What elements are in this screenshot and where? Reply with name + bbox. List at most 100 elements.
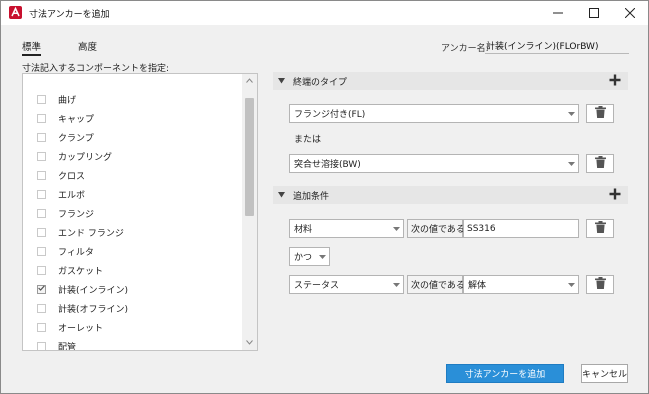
list-item[interactable]: エンド フランジ — [23, 223, 243, 241]
list-item[interactable]: 配管 — [23, 337, 243, 351]
component-label: キャップ — [58, 114, 95, 125]
list-item[interactable]: フランジ — [23, 204, 243, 222]
dropdown-arrow-icon — [315, 248, 329, 265]
anchor-name-input[interactable] — [485, 38, 629, 54]
component-listbox[interactable]: 曲げキャップクランプカップリング クロスエルボフランジエンド フランジ フィルタガス… — [22, 73, 258, 351]
scroll-down-button[interactable] — [242, 336, 257, 350]
dropdown-arrow-icon — [389, 220, 403, 237]
conditions-header[interactable]: 追加条件 — [273, 186, 628, 204]
delete-condition-1-button[interactable] — [586, 219, 614, 238]
component-label: 配管 — [58, 342, 77, 351]
trash-icon — [594, 106, 606, 121]
end-type-select-2[interactable]: 突合せ溶接(BW) — [289, 154, 579, 173]
component-checkbox[interactable] — [37, 284, 46, 294]
trash-icon — [594, 221, 606, 236]
plus-icon — [609, 188, 621, 203]
list-item[interactable]: エルボ — [23, 185, 243, 203]
minimize-icon — [553, 8, 563, 18]
condition-1-property-select[interactable]: 材料 — [289, 219, 404, 238]
component-checkbox[interactable] — [37, 189, 46, 199]
component-checkbox[interactable] — [37, 246, 46, 256]
scroll-up-button[interactable] — [242, 74, 257, 88]
component-checkbox[interactable] — [37, 303, 46, 313]
component-label: 曲げ — [58, 95, 77, 106]
list-item[interactable]: クランプ — [23, 128, 243, 146]
cancel-button[interactable]: キャンセル — [581, 364, 628, 383]
condition-1-operator: 次の値である — [407, 219, 465, 238]
end-type-header[interactable]: 終端のタイプ — [273, 72, 628, 90]
chevron-up-icon — [246, 76, 253, 86]
component-label: カップリング — [58, 152, 113, 163]
component-checkbox[interactable] — [37, 132, 46, 142]
condition-connector-select[interactable]: かつ — [289, 247, 330, 266]
component-label: ガスケット — [58, 266, 104, 277]
maximize-icon — [589, 8, 599, 18]
component-label: クランプ — [58, 133, 94, 144]
dropdown-arrow-icon — [564, 105, 578, 122]
add-condition-button[interactable] — [608, 188, 622, 202]
component-label: フランジ — [58, 209, 95, 220]
list-item[interactable]: オーレット — [23, 318, 243, 336]
condition-1-property-value: 材料 — [294, 225, 313, 235]
component-label: エルボ — [58, 190, 86, 201]
component-checkbox[interactable] — [37, 208, 46, 218]
end-type-select-1[interactable]: フランジ付き(FL) — [289, 104, 579, 123]
delete-end-type-1-button[interactable] — [586, 104, 614, 123]
maximize-button[interactable] — [576, 1, 612, 25]
condition-2-value: 解体 — [468, 281, 487, 291]
component-checkbox[interactable] — [37, 341, 46, 350]
component-label: 計装(オフライン) — [58, 304, 129, 315]
list-scrollbar[interactable] — [242, 74, 257, 350]
component-label: 計装(インライン) — [58, 285, 129, 296]
trash-icon — [594, 156, 606, 171]
add-end-type-button[interactable] — [608, 74, 622, 88]
condition-1-value-input[interactable] — [463, 219, 579, 238]
condition-2-property-select[interactable]: ステータス — [289, 275, 404, 294]
component-label: オーレット — [58, 323, 104, 334]
add-dimension-anchor-button[interactable]: 寸法アンカーを追加 — [446, 364, 564, 383]
close-icon — [625, 8, 635, 18]
plus-icon — [609, 74, 621, 89]
conditions-title: 追加条件 — [293, 191, 330, 202]
component-label: クロス — [58, 171, 86, 182]
component-checkbox[interactable] — [37, 113, 46, 123]
condition-2-operator: 次の値である — [407, 275, 465, 294]
list-item[interactable]: ガスケット — [23, 261, 243, 279]
list-item[interactable]: クロス — [23, 166, 243, 184]
end-type-title: 終端のタイプ — [293, 77, 348, 88]
component-checkbox[interactable] — [37, 322, 46, 332]
list-item[interactable]: 計装(オフライン) — [23, 299, 243, 317]
title-bar[interactable]: 寸法アンカーを追加 — [1, 1, 648, 25]
scroll-thumb[interactable] — [245, 98, 254, 216]
collapse-caret-icon[interactable] — [277, 191, 285, 199]
component-label: フィルタ — [58, 247, 94, 258]
list-item[interactable]: カップリング — [23, 147, 243, 165]
delete-end-type-2-button[interactable] — [586, 154, 614, 173]
anchor-name-label: アンカー名: — [441, 44, 489, 54]
delete-condition-2-button[interactable] — [586, 275, 614, 294]
component-label: エンド フランジ — [58, 228, 124, 239]
list-item[interactable]: フィルタ — [23, 242, 243, 260]
component-checkbox[interactable] — [37, 227, 46, 237]
list-item[interactable]: キャップ — [23, 109, 243, 127]
list-item[interactable]: 曲げ — [23, 90, 243, 108]
close-button[interactable] — [612, 1, 648, 25]
tab-advanced[interactable]: 高度 — [78, 39, 97, 53]
component-checkbox[interactable] — [37, 265, 46, 275]
condition-2-property-value: ステータス — [294, 281, 340, 291]
window-title: 寸法アンカーを追加 — [29, 10, 110, 20]
end-type-select-1-value: フランジ付き(FL) — [294, 110, 366, 120]
dropdown-arrow-icon — [389, 276, 403, 293]
component-checkbox[interactable] — [37, 94, 46, 104]
checkmark-icon — [38, 284, 45, 294]
dropdown-arrow-icon — [564, 155, 578, 172]
list-item[interactable]: 計装(インライン) — [23, 280, 243, 298]
dialog-window: 寸法アンカーを追加 標準 高度 アンカー名: 寸法記入するコンポーネントを指定:… — [0, 0, 649, 394]
collapse-caret-icon[interactable] — [277, 77, 285, 85]
component-checkbox[interactable] — [37, 170, 46, 180]
minimize-button[interactable] — [540, 1, 576, 25]
tab-standard[interactable]: 標準 — [22, 39, 42, 56]
dropdown-arrow-icon — [564, 276, 578, 293]
component-checkbox[interactable] — [37, 151, 46, 161]
condition-2-value-select[interactable]: 解体 — [463, 275, 579, 294]
